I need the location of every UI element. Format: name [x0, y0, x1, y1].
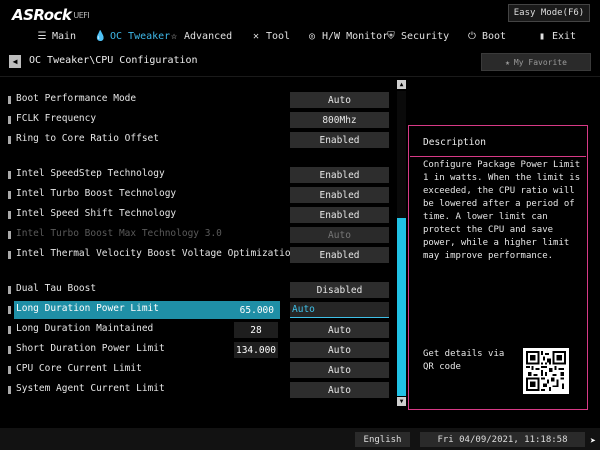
row-marker — [8, 306, 11, 314]
setting-label: Intel Turbo Boost Max Technology 3.0 — [16, 228, 222, 239]
setting-row[interactable]: FCLK Frequency 800Mhz — [0, 111, 395, 129]
setting-number-field[interactable]: 134.000 — [234, 342, 278, 358]
tab-main[interactable]: ☰ Main — [36, 24, 77, 48]
main-menu: ☰ Main 💧 OC Tweaker ☆ Advanced ✕ Tool ◎ H/W M… — [0, 24, 600, 48]
setting-row[interactable]: CPU Core Current Limit Auto — [0, 361, 395, 379]
my-favorite-button[interactable]: ★ My Favorite — [481, 53, 591, 71]
back-arrow-icon: ◀ — [12, 57, 18, 66]
setting-row[interactable]: Ring to Core Ratio Offset Enabled — [0, 131, 395, 149]
setting-value[interactable]: Enabled — [290, 167, 389, 183]
setting-row[interactable]: Dual Tau Boost Disabled — [0, 281, 395, 299]
row-marker — [8, 171, 11, 179]
tab-security[interactable]: ⛨ Security — [385, 24, 449, 48]
setting-value[interactable]: Enabled — [290, 132, 389, 148]
setting-value[interactable]: Enabled — [290, 247, 389, 263]
setting-row-disabled: Intel Turbo Boost Max Technology 3.0 Aut… — [0, 226, 395, 244]
setting-label: Long Duration Maintained — [16, 323, 154, 334]
setting-value[interactable]: 800Mhz — [290, 112, 389, 128]
setting-row-selected[interactable]: Long Duration Power Limit 65.000 Auto — [0, 301, 395, 319]
easy-mode-button[interactable]: Easy Mode(F6) — [508, 4, 590, 22]
star-icon: ☆ — [170, 30, 178, 42]
setting-label: FCLK Frequency — [16, 113, 97, 124]
setting-row[interactable]: Intel Speed Shift Technology Enabled — [0, 206, 395, 224]
breadcrumb: OC Tweaker\CPU Configuration — [29, 55, 198, 66]
setting-row[interactable]: Short Duration Power Limit 134.000 Auto — [0, 341, 395, 359]
row-marker — [8, 231, 11, 239]
row-marker — [8, 386, 11, 394]
datetime-display: Fri 04/09/2021, 11:18:58 — [420, 432, 585, 447]
arrow-down-icon: ▼ — [399, 398, 404, 405]
description-title: Description — [423, 137, 486, 148]
setting-number-field[interactable]: 65.000 — [230, 302, 278, 318]
wrench-icon: ✕ — [252, 30, 260, 42]
setting-value[interactable]: Auto — [290, 92, 389, 108]
setting-number-field[interactable]: 28 — [234, 322, 278, 338]
setting-label: Intel Turbo Boost Technology — [16, 188, 177, 199]
tab-tool[interactable]: ✕ Tool — [250, 24, 290, 48]
row-marker — [8, 191, 11, 199]
back-button[interactable]: ◀ — [9, 55, 21, 68]
scroll-down-button[interactable]: ▼ — [397, 397, 406, 406]
setting-row[interactable]: Long Duration Maintained 28 Auto — [0, 321, 395, 339]
setting-row[interactable]: Intel SpeedStep Technology Enabled — [0, 166, 395, 184]
setting-value[interactable]: Enabled — [290, 207, 389, 223]
qr-code — [523, 348, 569, 394]
setting-row[interactable]: Intel Thermal Velocity Boost Voltage Opt… — [0, 246, 395, 264]
setting-value[interactable]: Enabled — [290, 187, 389, 203]
setting-label: Dual Tau Boost — [16, 283, 97, 294]
row-marker — [8, 286, 11, 294]
scroll-up-button[interactable]: ▲ — [397, 80, 406, 89]
shield-icon: ⛨ — [387, 30, 395, 42]
setting-value[interactable]: Auto — [290, 342, 389, 358]
setting-label: Intel Thermal Velocity Boost Voltage Opt… — [16, 248, 302, 259]
row-marker — [8, 346, 11, 354]
flame-icon: 💧 — [94, 30, 107, 42]
setting-value-dropdown[interactable]: Auto — [290, 302, 389, 318]
row-marker — [8, 116, 11, 124]
row-marker — [8, 136, 11, 144]
description-text: Configure Package Power Limit 1 in watts… — [423, 160, 581, 261]
setting-label: Short Duration Power Limit — [16, 343, 165, 354]
list-icon: ☰ — [37, 30, 47, 42]
row-marker — [8, 96, 11, 104]
description-panel: Description Configure Package Power Limi… — [408, 125, 588, 410]
setting-value: Auto — [290, 227, 389, 243]
setting-row[interactable]: Intel Turbo Boost Technology Enabled — [0, 186, 395, 204]
power-icon: ⏻ — [468, 30, 476, 42]
setting-value[interactable]: Auto — [290, 382, 389, 398]
tab-advanced[interactable]: ☆ Advanced — [168, 24, 232, 48]
tab-exit[interactable]: ▮ Exit — [536, 24, 576, 48]
monitor-icon: ◎ — [308, 30, 316, 42]
tab-oc-tweaker[interactable]: 💧 OC Tweaker — [94, 24, 170, 48]
row-marker — [8, 251, 11, 259]
setting-value[interactable]: Disabled — [290, 282, 389, 298]
row-marker — [8, 366, 11, 374]
asrock-logo: ASRock UEFI — [12, 6, 90, 24]
setting-row[interactable]: System Agent Current Limit Auto — [0, 381, 395, 399]
tab-boot[interactable]: ⏻ Boot — [466, 24, 506, 48]
scrollbar-thumb[interactable] — [397, 218, 406, 396]
setting-label: Intel SpeedStep Technology — [16, 168, 165, 179]
language-button[interactable]: English — [355, 432, 410, 447]
tab-hw-monitor[interactable]: ◎ H/W Monitor — [306, 24, 388, 48]
setting-label: CPU Core Current Limit — [16, 363, 142, 374]
setting-label: Long Duration Power Limit — [16, 303, 159, 314]
setting-value[interactable]: Auto — [290, 322, 389, 338]
qr-label: Get details via QR code — [423, 349, 505, 372]
divider — [0, 76, 600, 77]
mouse-cursor-icon: ➤ — [590, 436, 597, 447]
exit-icon: ▮ — [538, 30, 546, 42]
setting-row[interactable]: Boot Performance Mode Auto — [0, 91, 395, 109]
setting-label: Ring to Core Ratio Offset — [16, 133, 159, 144]
setting-value[interactable]: Auto — [290, 362, 389, 378]
setting-label: Boot Performance Mode — [16, 93, 137, 104]
star-icon: ★ — [505, 57, 510, 67]
row-marker — [8, 211, 11, 219]
row-marker — [8, 326, 11, 334]
setting-label: System Agent Current Limit — [16, 383, 165, 394]
arrow-up-icon: ▲ — [399, 81, 404, 88]
description-divider — [410, 156, 586, 157]
setting-label: Intel Speed Shift Technology — [16, 208, 177, 219]
